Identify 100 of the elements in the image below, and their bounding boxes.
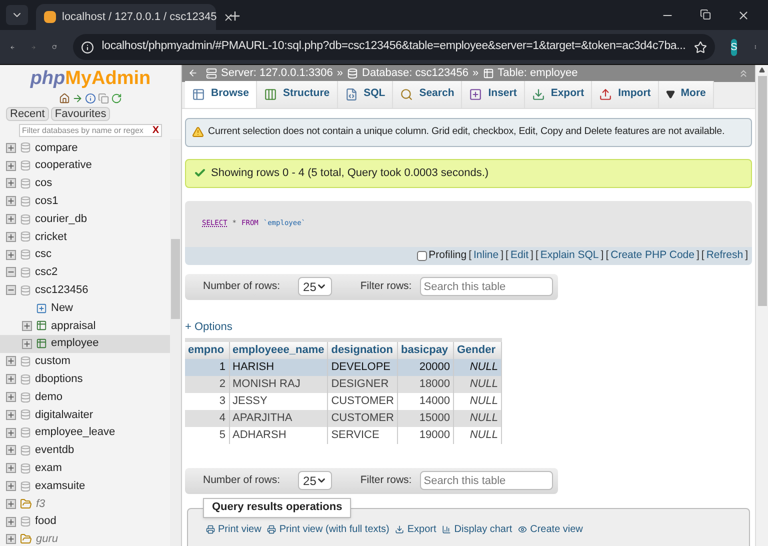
tree-item[interactable]: New — [0, 299, 170, 317]
rows-select[interactable]: 25 — [298, 471, 332, 490]
scrollbar[interactable] — [755, 65, 768, 546]
expand-icon[interactable] — [6, 392, 16, 402]
tree-item[interactable]: dboptions — [0, 370, 170, 388]
operation-link[interactable]: Display chart — [442, 522, 512, 536]
table-row[interactable]: 1 HARISH DEVELOPE 20000 NULL — [185, 358, 502, 376]
tree-item[interactable]: csc123456 — [0, 281, 170, 300]
tree-item[interactable]: eventdb — [0, 442, 170, 460]
tree-item-label: food — [35, 514, 56, 530]
breadcrumb-link[interactable]: Table: employee — [498, 65, 578, 82]
clear-filter-button[interactable]: X — [152, 126, 159, 136]
tree-item[interactable]: cos — [0, 174, 170, 192]
collapse-icon[interactable] — [6, 285, 16, 296]
sidebar-tab[interactable]: Recent — [6, 107, 49, 121]
operation-link[interactable]: Print view (with full texts) — [267, 522, 390, 536]
nav-tab[interactable]: Search — [393, 80, 462, 108]
breadcrumb-link[interactable]: Server: 127.0.0.1:3306 — [221, 65, 333, 82]
expand-icon[interactable] — [6, 178, 16, 188]
filter-databases-field[interactable]: Filter databases by name or regex X — [19, 124, 162, 137]
close-icon[interactable] — [737, 9, 750, 22]
expand-icon[interactable] — [6, 481, 16, 492]
breadcrumb-link[interactable]: Database: csc123456 — [362, 65, 468, 82]
back-icon[interactable] — [188, 68, 198, 78]
address-bar[interactable]: localhost/phpmyadmin/#PMAURL-10:sql.php?db=csc123456&table=employee&server=1&target=&token=ac3d4c7ba... — [72, 34, 715, 60]
options-link[interactable]: + Options — [185, 318, 232, 335]
sidebar-tab[interactable]: Favourites — [50, 107, 110, 121]
tree-item[interactable]: exam — [0, 459, 170, 478]
tree-item[interactable]: cricket — [0, 228, 170, 246]
tab-list-button[interactable] — [6, 5, 28, 25]
tree-item[interactable]: food — [0, 512, 170, 531]
new-tab-icon[interactable] — [228, 9, 242, 23]
tree-item[interactable]: custom — [0, 352, 170, 370]
table-row[interactable]: 2 MONISH RAJ DESIGNER 18000 NULL — [185, 376, 502, 392]
expand-icon[interactable] — [6, 160, 16, 171]
tree-item[interactable]: demo — [0, 388, 170, 406]
expand-icon[interactable] — [6, 356, 16, 366]
expand-icon[interactable] — [6, 250, 16, 260]
expand-icon[interactable] — [6, 498, 16, 509]
tree-item[interactable]: csc2 — [0, 264, 170, 282]
nav-tab[interactable]: SQL — [338, 80, 394, 108]
collapse-icon[interactable] — [6, 267, 16, 278]
nav-tab[interactable]: Export — [524, 80, 592, 108]
expand-icon[interactable] — [6, 534, 16, 544]
operation-link[interactable]: Print view — [206, 522, 262, 536]
expand-icon[interactable] — [6, 445, 16, 456]
expand-icon[interactable] — [6, 410, 16, 420]
expand-icon[interactable] — [6, 142, 16, 153]
logo[interactable]: phpMyAdmin — [0, 67, 181, 91]
tree-item[interactable]: examsuite — [0, 477, 170, 495]
table-row[interactable]: 3 JESSY CUSTOMER 14000 NULL — [185, 392, 502, 410]
profiling-checkbox[interactable] — [416, 250, 427, 260]
expand-icon[interactable] — [6, 374, 16, 384]
rows-select[interactable]: 25 — [298, 277, 332, 296]
tree-item[interactable]: digitalwaiter — [0, 406, 170, 424]
scrollbar[interactable] — [170, 139, 181, 546]
expand-icon[interactable] — [6, 232, 16, 242]
info-icon[interactable] — [80, 40, 94, 54]
tree-item-label: employee — [51, 336, 99, 352]
expand-icon[interactable] — [22, 320, 32, 331]
tree-item[interactable]: cos1 — [0, 192, 170, 210]
expand-icon[interactable] — [6, 196, 16, 206]
query-link[interactable]: Inline — [474, 248, 499, 264]
home-icon[interactable] — [59, 92, 70, 104]
bookmark-icon[interactable] — [694, 40, 707, 54]
filter-field[interactable]: Search this table — [420, 471, 553, 490]
tree-item[interactable]: guru — [0, 530, 170, 546]
tree-item[interactable]: f3 — [0, 494, 170, 513]
table-row[interactable]: 5 ADHARSH SERVICE 19000 NULL — [185, 426, 502, 444]
operation-link[interactable]: Export — [395, 522, 436, 536]
reload-icon[interactable] — [111, 92, 122, 104]
expand-icon[interactable] — [6, 214, 16, 224]
tree-item[interactable]: appraisal — [0, 316, 170, 335]
tree-item[interactable]: csc — [0, 246, 170, 264]
restore-icon[interactable] — [700, 9, 711, 20]
expand-icon[interactable] — [6, 428, 16, 438]
tree-item[interactable]: employee_leave — [0, 424, 170, 442]
scroll-up-icon[interactable] — [759, 67, 765, 73]
nav-tab[interactable]: Structure — [256, 80, 338, 108]
expand-icon[interactable] — [22, 338, 32, 349]
nav-tab[interactable]: Import — [592, 80, 659, 108]
table-row[interactable]: 4 APARJITHA CUSTOMER 15000 NULL — [185, 410, 502, 426]
nav-tab[interactable]: Browse — [185, 80, 257, 108]
query-link[interactable]: Explain SQL — [540, 248, 599, 264]
expand-icon[interactable] — [6, 463, 16, 474]
tree-item[interactable]: cooperative — [0, 156, 170, 175]
query-link[interactable]: Refresh — [706, 248, 744, 264]
query-link[interactable]: Create PHP Code — [610, 248, 694, 264]
nav-tab[interactable]: More — [658, 80, 714, 108]
expand-icon[interactable] — [6, 516, 16, 527]
query-link[interactable]: Edit — [510, 248, 529, 264]
tree-item[interactable]: courier_db — [0, 210, 170, 228]
filter-field[interactable]: Search this table — [420, 277, 553, 296]
tree-item[interactable]: employee — [0, 334, 170, 353]
tree-item[interactable]: compare — [0, 139, 170, 157]
nav-tab[interactable]: Insert — [462, 80, 525, 108]
database-icon — [20, 427, 31, 438]
close-icon[interactable] — [222, 12, 234, 22]
operation-link[interactable]: Create view — [518, 522, 583, 536]
help-icon[interactable] — [85, 92, 96, 104]
